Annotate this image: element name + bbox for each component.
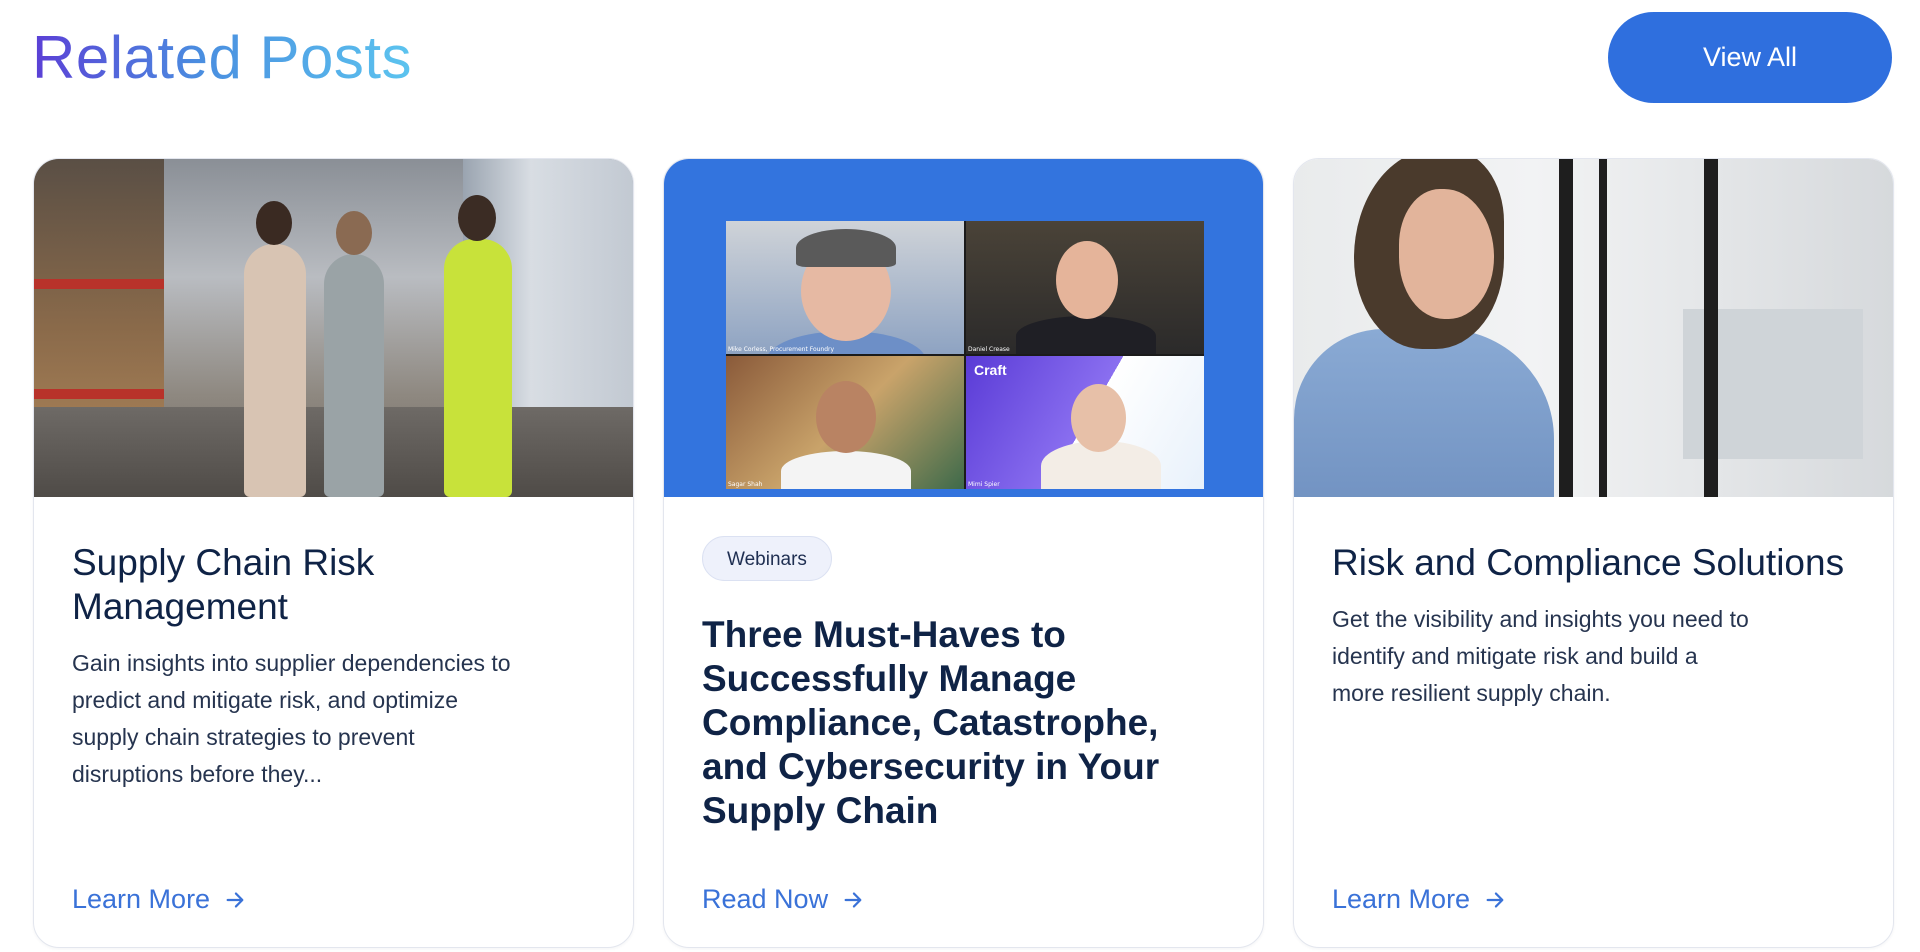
participant-name: Sagar Shah: [728, 481, 763, 488]
link-label: Read Now: [702, 884, 829, 914]
view-all-button[interactable]: View All: [1608, 12, 1892, 103]
card-title: Risk and Compliance Solutions: [1332, 542, 1845, 583]
related-posts-cards: Supply Chain Risk Management Gain insigh…: [33, 158, 1894, 948]
participant-name: Mike Corless, Procurement Foundry: [728, 346, 835, 353]
post-card-webinar[interactable]: Mike Corless, Procurement Foundry Daniel…: [663, 158, 1264, 948]
craft-logo: Craft: [974, 362, 1007, 378]
card-title: Three Must-Haves to Successfully Manage …: [702, 614, 1160, 831]
related-posts-header: Related Posts View All: [32, 0, 1892, 110]
learn-more-link[interactable]: Learn More: [72, 884, 246, 915]
read-now-link[interactable]: Read Now: [702, 884, 864, 915]
participant-name: Daniel Crease: [968, 346, 1010, 353]
arrow-right-icon: [1486, 891, 1504, 908]
category-badge[interactable]: Webinars: [702, 536, 832, 581]
learn-more-link[interactable]: Learn More: [1332, 884, 1506, 915]
video-tile: Sagar Shah: [726, 356, 964, 489]
card-description: Gain insights into supplier dependencies…: [72, 650, 511, 787]
video-tile: Daniel Crease: [966, 221, 1204, 354]
arrow-right-icon: [226, 891, 244, 908]
section-title: Related Posts: [32, 22, 412, 94]
card-body: Supply Chain Risk Management Gain insigh…: [72, 497, 595, 947]
post-card-supply-chain[interactable]: Supply Chain Risk Management Gain insigh…: [33, 158, 634, 948]
participant-name: Mimi Spier: [968, 481, 1000, 488]
post-card-risk-compliance[interactable]: Risk and Compliance Solutions Get the vi…: [1293, 158, 1894, 948]
webinar-video-grid: Mike Corless, Procurement Foundry Daniel…: [664, 159, 1263, 497]
video-grid: Mike Corless, Procurement Foundry Daniel…: [726, 221, 1204, 489]
link-label: Learn More: [1332, 884, 1471, 914]
video-tile: Craft Mimi Spier: [966, 356, 1204, 489]
card-description: Get the visibility and insights you need…: [1332, 606, 1749, 706]
card-body: Webinars Three Must-Haves to Successfull…: [702, 497, 1225, 947]
arrow-right-icon: [844, 891, 862, 908]
warehouse-photo: [34, 159, 633, 497]
card-body: Risk and Compliance Solutions Get the vi…: [1332, 497, 1855, 947]
video-tile: Mike Corless, Procurement Foundry: [726, 221, 964, 354]
woman-window-photo: [1294, 159, 1893, 497]
link-label: Learn More: [72, 884, 211, 914]
card-title: Supply Chain Risk Management: [72, 542, 375, 627]
